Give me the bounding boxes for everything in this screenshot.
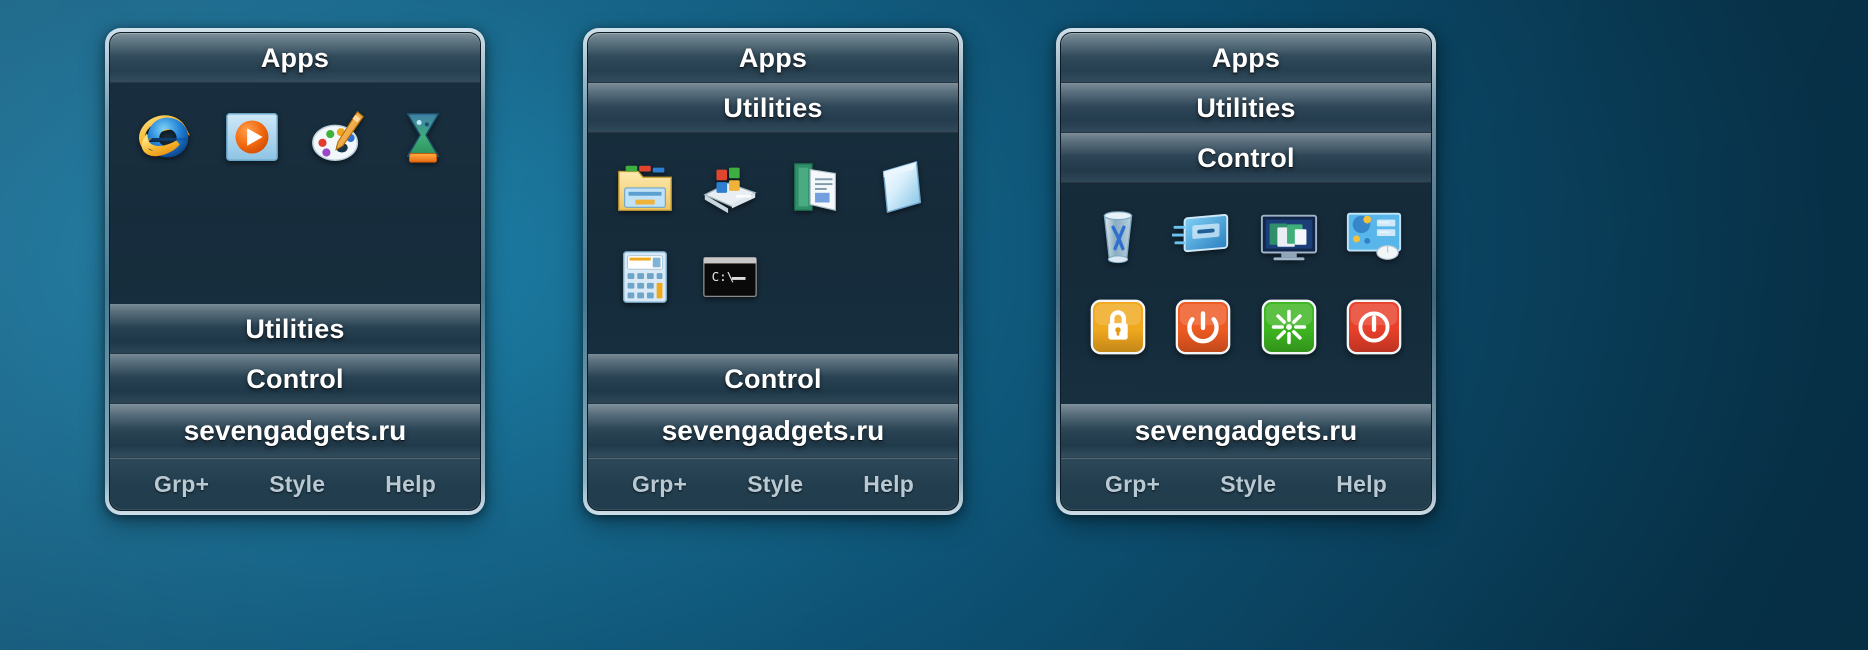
power-icon[interactable] bbox=[1161, 289, 1247, 365]
windows-media-player-icon[interactable] bbox=[210, 99, 296, 175]
group-header-label: Utilities bbox=[723, 92, 823, 123]
group-header-apps[interactable]: Apps bbox=[1061, 33, 1431, 83]
group-header-utilities[interactable]: Utilities bbox=[588, 83, 958, 133]
icon-grid bbox=[124, 99, 466, 175]
help-button[interactable]: Help bbox=[857, 469, 920, 500]
group-header-label: Control bbox=[1197, 142, 1295, 173]
help-button[interactable]: Help bbox=[1330, 469, 1393, 500]
group-header-control[interactable]: Control bbox=[1061, 133, 1431, 183]
group-header-label: Control bbox=[246, 363, 344, 394]
hourglass-icon[interactable] bbox=[381, 99, 467, 175]
paint-icon[interactable] bbox=[295, 99, 381, 175]
style-button[interactable]: Style bbox=[1214, 469, 1282, 500]
grp-add-button[interactable]: Grp+ bbox=[148, 469, 215, 500]
group-header-apps[interactable]: Apps bbox=[110, 33, 480, 83]
display-settings-icon[interactable] bbox=[1246, 199, 1332, 275]
help-button[interactable]: Help bbox=[379, 469, 442, 500]
control-panel-icon[interactable] bbox=[1161, 199, 1247, 275]
grp-add-button[interactable]: Grp+ bbox=[1099, 469, 1166, 500]
gadget-utilities[interactable]: Apps Utilities C:\ Control sevengadgets.… bbox=[583, 28, 963, 515]
gadget-body: Apps Utilities C:\ Control sevengadgets.… bbox=[587, 32, 959, 511]
wordpad-icon[interactable] bbox=[773, 149, 859, 225]
group-header-label: Utilities bbox=[1196, 92, 1296, 123]
group-header-control[interactable]: Control bbox=[588, 354, 958, 404]
gadget-body: Apps Utilities Control sevengadgets.ru G… bbox=[109, 32, 481, 511]
brand-bar[interactable]: sevengadgets.ru bbox=[588, 404, 958, 458]
icon-area bbox=[110, 83, 480, 304]
gadget-body: Apps Utilities Control sevengadgets.ru G… bbox=[1060, 32, 1432, 511]
group-header-label: Apps bbox=[738, 42, 808, 73]
group-header-label: Utilities bbox=[245, 313, 345, 344]
group-header-utilities[interactable]: Utilities bbox=[1061, 83, 1431, 133]
group-header-label: Apps bbox=[1211, 42, 1281, 73]
recycle-bin-icon[interactable] bbox=[1075, 199, 1161, 275]
brand-label: sevengadgets.ru bbox=[183, 415, 407, 446]
group-header-label: Control bbox=[724, 363, 822, 394]
brand-label: sevengadgets.ru bbox=[1134, 415, 1358, 446]
style-button[interactable]: Style bbox=[263, 469, 331, 500]
brand-bar[interactable]: sevengadgets.ru bbox=[110, 404, 480, 458]
group-header-apps[interactable]: Apps bbox=[588, 33, 958, 83]
gadget-control[interactable]: Apps Utilities Control sevengadgets.ru G… bbox=[1056, 28, 1436, 515]
internet-explorer-icon[interactable] bbox=[124, 99, 210, 175]
grp-add-button[interactable]: Grp+ bbox=[626, 469, 693, 500]
group-header-label: Apps bbox=[260, 42, 330, 73]
shutdown-icon[interactable] bbox=[1332, 289, 1418, 365]
gadget-stage: Apps Utilities Control sevengadgets.ru G… bbox=[0, 0, 1868, 650]
gadget-apps[interactable]: Apps Utilities Control sevengadgets.ru G… bbox=[105, 28, 485, 515]
footer-toolbar: Grp+ Style Help bbox=[1061, 458, 1431, 510]
icon-area bbox=[1061, 183, 1431, 404]
footer-toolbar: Grp+ Style Help bbox=[110, 458, 480, 510]
folder-explorer-icon[interactable] bbox=[602, 149, 688, 225]
style-button[interactable]: Style bbox=[741, 469, 809, 500]
notepad-icon[interactable] bbox=[859, 149, 945, 225]
calculator-icon[interactable] bbox=[602, 239, 688, 315]
icon-area: C:\ bbox=[588, 133, 958, 354]
network-center-icon[interactable] bbox=[1332, 199, 1418, 275]
command-prompt-icon[interactable]: C:\ bbox=[688, 239, 774, 315]
group-header-utilities[interactable]: Utilities bbox=[110, 304, 480, 354]
windows-media-center-icon[interactable] bbox=[688, 149, 774, 225]
icon-grid bbox=[1075, 199, 1417, 365]
icon-grid: C:\ bbox=[602, 149, 944, 315]
group-header-control[interactable]: Control bbox=[110, 354, 480, 404]
svg-text:C:\: C:\ bbox=[712, 269, 735, 284]
footer-toolbar: Grp+ Style Help bbox=[588, 458, 958, 510]
brand-bar[interactable]: sevengadgets.ru bbox=[1061, 404, 1431, 458]
brand-label: sevengadgets.ru bbox=[661, 415, 885, 446]
lock-icon[interactable] bbox=[1075, 289, 1161, 365]
restart-icon[interactable] bbox=[1246, 289, 1332, 365]
